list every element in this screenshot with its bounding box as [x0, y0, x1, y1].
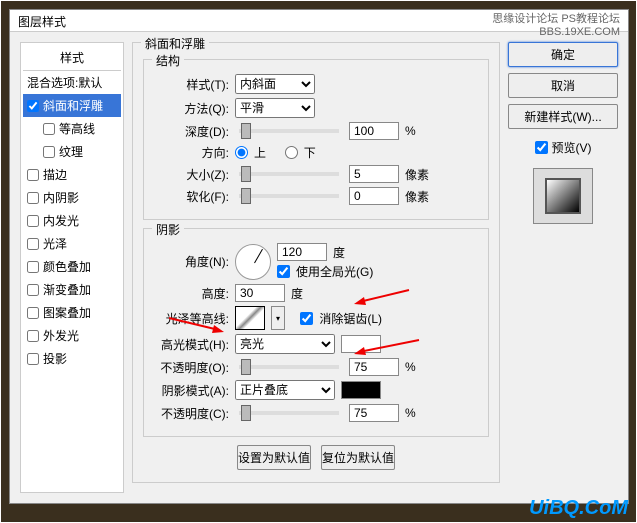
- style-item-光泽[interactable]: 光泽: [23, 232, 121, 255]
- soften-label: 软化(F):: [154, 188, 229, 205]
- preview-check[interactable]: [535, 141, 548, 154]
- depth-input[interactable]: [349, 122, 399, 140]
- style-checkbox[interactable]: [27, 284, 39, 296]
- blend-options[interactable]: 混合选项:默认: [23, 71, 121, 94]
- gloss-contour-swatch[interactable]: [235, 306, 265, 330]
- depth-label: 深度(D):: [154, 123, 229, 140]
- antialias-check[interactable]: [300, 312, 313, 325]
- soften-slider[interactable]: [239, 194, 339, 198]
- size-slider[interactable]: [239, 172, 339, 176]
- bevel-group: 斜面和浮雕 结构 样式(T): 内斜面 方法(Q): 平滑 深度(D):: [132, 42, 500, 483]
- shading-subgroup: 阴影 角度(N): 度 使用全局光(G): [143, 228, 489, 437]
- style-select[interactable]: 内斜面: [235, 74, 315, 94]
- style-checkbox[interactable]: [27, 238, 39, 250]
- technique-select[interactable]: 平滑: [235, 98, 315, 118]
- depth-slider[interactable]: [239, 129, 339, 133]
- logo-text: UiBQ.CoM: [529, 497, 628, 520]
- bevel-title: 斜面和浮雕: [141, 35, 209, 52]
- style-label: 外发光: [43, 327, 79, 344]
- style-checkbox[interactable]: [27, 192, 39, 204]
- style-checkbox[interactable]: [27, 215, 39, 227]
- angle-label: 角度(N):: [154, 253, 229, 270]
- style-item-投影[interactable]: 投影: [23, 347, 121, 370]
- styles-header: 样式: [23, 45, 121, 71]
- style-label: 样式(T):: [154, 76, 229, 93]
- highlight-opacity-label: 不透明度(O):: [154, 359, 229, 376]
- style-item-外发光[interactable]: 外发光: [23, 324, 121, 347]
- altitude-label: 高度:: [154, 285, 229, 302]
- gloss-contour-dropdown[interactable]: ▾: [271, 306, 285, 330]
- ok-button[interactable]: 确定: [508, 42, 618, 67]
- style-label: 渐变叠加: [43, 281, 91, 298]
- styles-list: 样式 混合选项:默认 斜面和浮雕等高线纹理描边内阴影内发光光泽颜色叠加渐变叠加图…: [20, 42, 124, 493]
- highlight-opacity-slider[interactable]: [239, 365, 339, 369]
- gloss-contour-label: 光泽等高线:: [154, 310, 229, 327]
- style-checkbox[interactable]: [27, 307, 39, 319]
- highlight-opacity-input[interactable]: [349, 358, 399, 376]
- style-label: 描边: [43, 166, 67, 183]
- direction-down-radio[interactable]: [285, 146, 298, 159]
- shadow-mode-label: 阴影模式(A):: [154, 382, 229, 399]
- watermark: 思缘设计论坛 PS教程论坛 BBS.19XE.COM: [492, 10, 620, 38]
- shadow-opacity-label: 不透明度(C):: [154, 405, 229, 422]
- style-label: 纹理: [59, 143, 83, 160]
- structure-subgroup: 结构 样式(T): 内斜面 方法(Q): 平滑 深度(D): %: [143, 59, 489, 220]
- new-style-button[interactable]: 新建样式(W)...: [508, 104, 618, 129]
- style-label: 斜面和浮雕: [43, 97, 103, 114]
- style-checkbox[interactable]: [43, 123, 55, 135]
- style-label: 等高线: [59, 120, 95, 137]
- style-item-等高线[interactable]: 等高线: [23, 117, 121, 140]
- style-checkbox[interactable]: [27, 100, 39, 112]
- style-label: 投影: [43, 350, 67, 367]
- style-item-纹理[interactable]: 纹理: [23, 140, 121, 163]
- style-checkbox[interactable]: [27, 261, 39, 273]
- style-item-内发光[interactable]: 内发光: [23, 209, 121, 232]
- style-item-斜面和浮雕[interactable]: 斜面和浮雕: [23, 94, 121, 117]
- style-label: 图案叠加: [43, 304, 91, 321]
- style-label: 光泽: [43, 235, 67, 252]
- technique-label: 方法(Q):: [154, 100, 229, 117]
- style-checkbox[interactable]: [27, 169, 39, 181]
- style-item-图案叠加[interactable]: 图案叠加: [23, 301, 121, 324]
- angle-widget[interactable]: [235, 244, 271, 280]
- cancel-button[interactable]: 取消: [508, 73, 618, 98]
- highlight-color-swatch[interactable]: [341, 335, 381, 353]
- highlight-mode-label: 高光模式(H):: [154, 336, 229, 353]
- style-item-渐变叠加[interactable]: 渐变叠加: [23, 278, 121, 301]
- structure-title: 结构: [152, 52, 184, 69]
- highlight-mode-select[interactable]: 亮光: [235, 334, 335, 354]
- style-label: 内阴影: [43, 189, 79, 206]
- soften-input[interactable]: [349, 187, 399, 205]
- altitude-input[interactable]: [235, 284, 285, 302]
- style-checkbox[interactable]: [27, 330, 39, 342]
- style-label: 颜色叠加: [43, 258, 91, 275]
- layer-style-dialog: 图层样式 思缘设计论坛 PS教程论坛 BBS.19XE.COM 样式 混合选项:…: [9, 9, 629, 504]
- angle-input[interactable]: [277, 243, 327, 261]
- size-label: 大小(Z):: [154, 166, 229, 183]
- shadow-opacity-input[interactable]: [349, 404, 399, 422]
- style-checkbox[interactable]: [43, 146, 55, 158]
- direction-up-radio[interactable]: [235, 146, 248, 159]
- make-default-button[interactable]: 设置为默认值: [237, 445, 311, 470]
- style-checkbox[interactable]: [27, 353, 39, 365]
- style-item-内阴影[interactable]: 内阴影: [23, 186, 121, 209]
- preview-box: [533, 168, 593, 224]
- size-input[interactable]: [349, 165, 399, 183]
- dialog-title: 图层样式: [18, 15, 66, 29]
- shadow-color-swatch[interactable]: [341, 381, 381, 399]
- direction-label: 方向:: [154, 144, 229, 161]
- shading-title: 阴影: [152, 221, 184, 238]
- style-label: 内发光: [43, 212, 79, 229]
- style-item-描边[interactable]: 描边: [23, 163, 121, 186]
- reset-default-button[interactable]: 复位为默认值: [321, 445, 395, 470]
- preview-swatch: [545, 178, 581, 214]
- shadow-mode-select[interactable]: 正片叠底: [235, 380, 335, 400]
- style-item-颜色叠加[interactable]: 颜色叠加: [23, 255, 121, 278]
- shadow-opacity-slider[interactable]: [239, 411, 339, 415]
- global-light-check[interactable]: [277, 265, 290, 278]
